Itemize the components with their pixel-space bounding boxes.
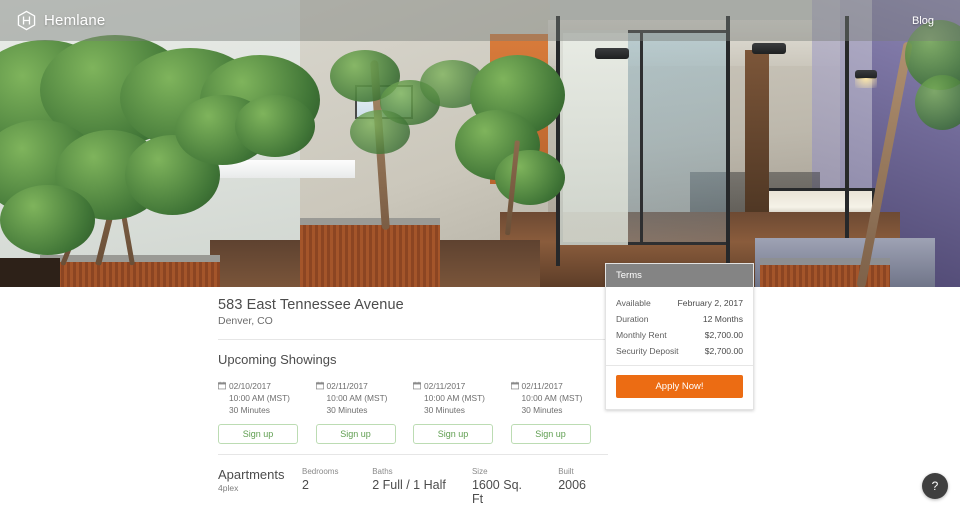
page-root: Hemlane Blog 583 East Tennessee Avenue D… [0,0,960,509]
spec-size: Size 1600 Sq. Ft [472,467,536,506]
showing-date: 02/11/2017 [521,381,563,391]
showing-date: 02/11/2017 [326,381,368,391]
terms-row: Monthly Rent $2,700.00 [616,327,743,343]
terms-key: Monthly Rent [616,330,667,340]
showing-date-row: 02/11/2017 [510,380,609,392]
spec-property-type: Apartments 4plex [218,466,285,493]
hero-photo [0,0,960,287]
baths-label: Baths [372,466,393,476]
signup-button[interactable]: Sign up [218,423,298,444]
calendar-icon [413,381,421,390]
upcoming-showings-section: Upcoming Showings 02/10/2017 10:00 AM (M… [218,340,608,455]
showing-date-row: 02/11/2017 [413,380,511,392]
property-type-sub: 4plex [218,482,239,493]
terms-row: Security Deposit $2,700.00 [616,343,743,359]
bedrooms-value: 2 [302,477,309,492]
question-mark-icon: ? [931,479,939,493]
size-label: Size [471,466,488,476]
help-button[interactable]: ? [922,473,948,499]
terms-card-header: Terms [606,264,753,287]
terms-key: Security Deposit [616,346,679,356]
page-title: 583 East Tennessee Avenue [218,297,404,313]
showing-time: 10:00 AM (MST) [521,393,583,404]
terms-value: $2,700.00 [704,346,743,356]
showing-card: 02/11/2017 10:00 AM (MST) 30 Minutes Sig… [413,380,511,444]
spec-built: Built 2006 [558,467,586,492]
hero-image: Hemlane Blog [0,0,960,287]
showing-time: 10:00 AM (MST) [229,393,290,404]
showing-date-row: 02/10/2017 [218,380,316,392]
terms-value: February 2, 2017 [677,298,743,308]
signup-button[interactable]: Sign up [315,423,396,444]
spec-bedrooms: Bedrooms 2 [302,467,350,492]
showing-time: 10:00 AM (MST) [326,393,388,404]
terms-row: Available February 2, 2017 [616,295,743,311]
terms-card: Terms Available February 2, 2017 Duratio… [605,263,754,410]
top-navigation-bar: Hemlane Blog [0,0,960,41]
content-column: 583 East Tennessee Avenue Denver, CO Upc… [218,287,608,509]
apply-now-button[interactable]: Apply Now! [616,375,743,398]
signup-button[interactable]: Sign up [413,423,493,444]
signup-button[interactable]: Sign up [510,423,591,444]
main-content: 583 East Tennessee Avenue Denver, CO Upc… [0,287,960,509]
terms-key: Available [616,298,651,308]
terms-card-footer: Apply Now! [606,366,753,409]
bedrooms-label: Bedrooms [302,466,339,476]
nav-link-blog[interactable]: Blog [902,9,944,33]
showing-duration: 30 Minutes [326,405,368,416]
terms-value: 12 Months [702,314,743,324]
built-value: 2006 [558,477,586,492]
calendar-icon [218,381,226,390]
showings-list: 02/10/2017 10:00 AM (MST) 30 Minutes Sig… [218,380,608,444]
address-block: 583 East Tennessee Avenue Denver, CO [218,287,608,340]
baths-value: 2 Full / 1 Half [372,477,446,492]
showing-card: 02/11/2017 10:00 AM (MST) 30 Minutes Sig… [510,380,609,444]
showing-date-row: 02/11/2017 [315,380,414,392]
calendar-icon [510,381,519,390]
property-specs: Apartments 4plex Bedrooms 2 Baths 2 Full… [218,455,608,509]
spec-baths: Baths 2 Full / 1 Half [372,467,450,492]
terms-card-body: Available February 2, 2017 Duration 12 M… [606,287,753,366]
hexagon-h-logo-icon [17,10,36,31]
size-value: 1600 Sq. Ft [471,477,522,506]
address-city-state: Denver, CO [218,315,273,327]
terms-value: $2,700.00 [704,330,743,340]
terms-key: Duration [616,314,649,324]
showing-date: 02/11/2017 [424,381,466,391]
showing-duration: 30 Minutes [424,405,465,416]
showing-time: 10:00 AM (MST) [424,393,485,404]
showing-card: 02/11/2017 10:00 AM (MST) 30 Minutes Sig… [315,380,414,444]
property-type-name: Apartments [218,466,285,482]
brand-name: Hemlane [44,12,106,29]
calendar-icon [315,381,324,390]
showings-heading: Upcoming Showings [218,352,337,367]
built-label: Built [558,466,574,476]
showing-date: 02/10/2017 [229,381,271,391]
terms-row: Duration 12 Months [616,311,743,327]
showing-duration: 30 Minutes [521,405,563,416]
showing-card: 02/10/2017 10:00 AM (MST) 30 Minutes Sig… [218,380,316,444]
showing-duration: 30 Minutes [229,405,270,416]
brand-logo[interactable]: Hemlane [16,10,105,31]
